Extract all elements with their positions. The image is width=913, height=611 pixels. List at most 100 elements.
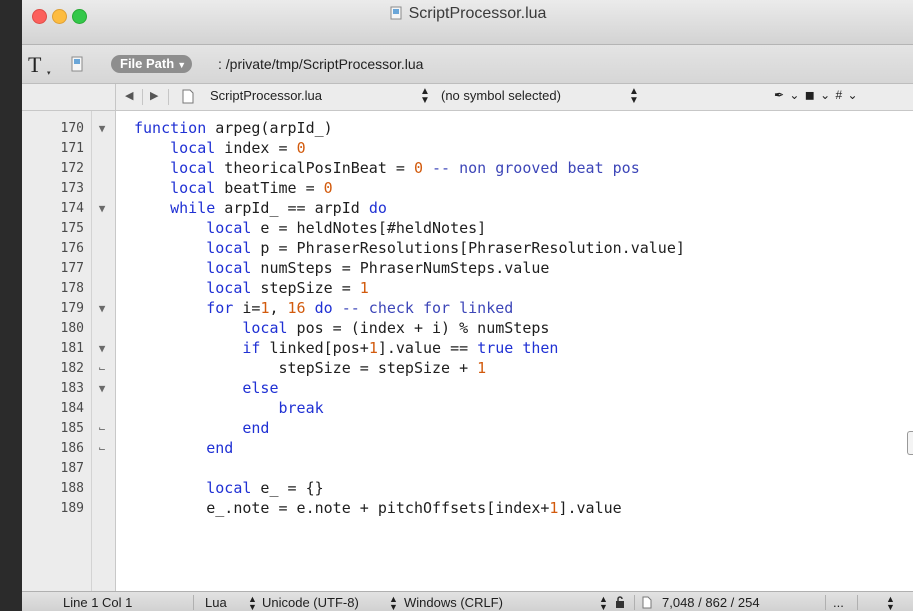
forward-arrow-icon[interactable]: ▶ (150, 89, 158, 102)
document-icon (71, 56, 83, 72)
token: stepSize = (251, 279, 360, 297)
code-text: function arpeg(arpId_) (134, 119, 333, 138)
line-number: 183 (60, 381, 84, 396)
lock-icon[interactable] (615, 596, 625, 609)
fold-triangle-icon[interactable]: ▼ (92, 379, 112, 398)
token-kw: do (314, 299, 333, 317)
file-popup[interactable]: ScriptProcessor.lua (210, 88, 322, 103)
updown-arrows-icon[interactable]: ▲ ▼ (389, 595, 398, 611)
token-kw: local (170, 159, 216, 177)
token-num: 16 (287, 299, 306, 317)
token: beatTime = (215, 179, 324, 197)
code-line[interactable]: 186 ⌙ end (22, 439, 913, 458)
token-kw: local (206, 279, 252, 297)
window-title-text: ScriptProcessor.lua (408, 5, 547, 22)
back-arrow-icon[interactable]: ◀ (125, 89, 133, 102)
token-kw: local (206, 239, 252, 257)
more-button[interactable]: ... (833, 595, 844, 610)
code-text: local theoricalPosInBeat = 0 -- non groo… (134, 159, 640, 178)
code-line[interactable]: 178 local stepSize = 1 (22, 279, 913, 298)
token-kw: local (170, 179, 216, 197)
text-tool-icon[interactable]: T (28, 52, 41, 78)
fold-triangle-icon[interactable]: ▼ (92, 119, 112, 138)
token-kw: local (170, 139, 216, 157)
token-kw: function (134, 119, 207, 137)
fold-end-icon: ⌙ (98, 362, 106, 375)
code-line[interactable]: 187 (22, 459, 913, 478)
fold-triangle-icon[interactable]: ▼ (92, 339, 112, 358)
code-line[interactable]: 175 local e = heldNotes[#heldNotes] (22, 219, 913, 238)
token: stepSize = stepSize + (134, 359, 478, 377)
token-kw: local (206, 219, 252, 237)
navbar-tools-menus[interactable]: ✒ ⌄ ◼ ⌄ # ⌄ (774, 88, 859, 102)
code-text: if linked[pos+1].value == true then (134, 339, 558, 358)
code-line[interactable]: 189 e_.note = e.note + pitchOffsets[inde… (22, 499, 913, 518)
token-kw: local (206, 479, 252, 497)
divider (857, 595, 858, 610)
updown-arrows-icon[interactable]: ▲ ▼ (599, 595, 608, 611)
code-editor[interactable]: 170 ▼ function arpeg(arpId_) 171 local inde… (22, 111, 913, 591)
updown-arrows-icon[interactable]: ▲ ▼ (420, 87, 430, 106)
code-line[interactable]: 183 ▼ else (22, 379, 913, 398)
line-number: 187 (60, 461, 84, 476)
token-kw: local (206, 259, 252, 277)
token-num: 1 (368, 339, 378, 357)
code-line[interactable]: 179 ▼ for i=1, 16 do -- check for linked (22, 299, 913, 318)
token: e = heldNotes[#heldNotes] (251, 219, 487, 237)
language-popup[interactable]: Lua (205, 595, 227, 610)
code-line[interactable]: 177 local numSteps = PhraserNumSteps.val… (22, 259, 913, 278)
code-line[interactable]: 182 ⌙ stepSize = stepSize + 1 (22, 359, 913, 378)
code-line[interactable]: 181 ▼ if linked[pos+1].value == true then (22, 339, 913, 358)
token-num: 1 (477, 359, 487, 377)
token-kw: for (206, 299, 234, 317)
scroll-indicator[interactable] (907, 431, 913, 455)
line-number: 178 (60, 281, 84, 296)
document-counts[interactable]: 7,048 / 862 / 254 (662, 595, 760, 610)
code-text: e_.note = e.note + pitchOffsets[index+1]… (134, 499, 621, 518)
token-kw: true (477, 339, 514, 357)
code-line[interactable]: 188 local e_ = {} (22, 479, 913, 498)
file-path-button[interactable]: File Path ▼ (111, 55, 193, 73)
updown-arrows-icon[interactable]: ▲ ▼ (248, 595, 257, 611)
line-number: 174 (60, 201, 84, 216)
code-text: end (134, 419, 269, 438)
fold-triangle-icon[interactable]: ▼ (92, 199, 112, 218)
token-kw: end (242, 419, 270, 437)
code-line[interactable]: 180 local pos = (index + i) % numSteps (22, 319, 913, 338)
updown-arrows-icon[interactable]: ▲ ▼ (629, 87, 639, 106)
code-line[interactable]: 185 ⌙ end (22, 419, 913, 438)
code-line[interactable]: 184 break (22, 399, 913, 418)
code-line[interactable]: 174 ▼ while arpId_ == arpId do (22, 199, 913, 218)
code-text: local e = heldNotes[#heldNotes] (134, 219, 486, 238)
encoding-popup[interactable]: Unicode (UTF-8) (262, 595, 359, 610)
token: e_ = {} (251, 479, 324, 497)
code-line[interactable]: 170 ▼ function arpeg(arpId_) (22, 119, 913, 138)
file-info-icon (642, 596, 652, 609)
updown-arrows-icon[interactable]: ▲ ▼ (886, 595, 895, 611)
code-line[interactable]: 176 local p = PhraserResolutions[Phraser… (22, 239, 913, 258)
document-proxy-icon[interactable] (389, 6, 403, 20)
symbol-popup[interactable]: (no symbol selected) (441, 88, 561, 103)
text-tool-menu-icon[interactable]: ▾ (47, 69, 51, 77)
line-endings-popup[interactable]: Windows (CRLF) (404, 595, 503, 610)
line-number: 173 (60, 181, 84, 196)
line-number: 172 (60, 161, 84, 176)
code-line[interactable]: 173 local beatTime = 0 (22, 179, 913, 198)
title-bar[interactable]: ScriptProcessor.lua (22, 0, 913, 45)
divider (193, 595, 194, 610)
code-line[interactable]: 171 local index = 0 (22, 139, 913, 158)
fold-triangle-icon[interactable]: ▼ (92, 299, 112, 318)
token: arpeg(arpId_) (206, 119, 333, 137)
chevron-down-icon: ▼ (177, 60, 187, 70)
cursor-position[interactable]: Line 1 Col 1 (63, 595, 132, 610)
divider (168, 89, 169, 105)
code-line[interactable]: 172 local theoricalPosInBeat = 0 -- non … (22, 159, 913, 178)
token: e_.note = e.note + pitchOffsets[index+ (134, 499, 550, 517)
line-number: 175 (60, 221, 84, 236)
